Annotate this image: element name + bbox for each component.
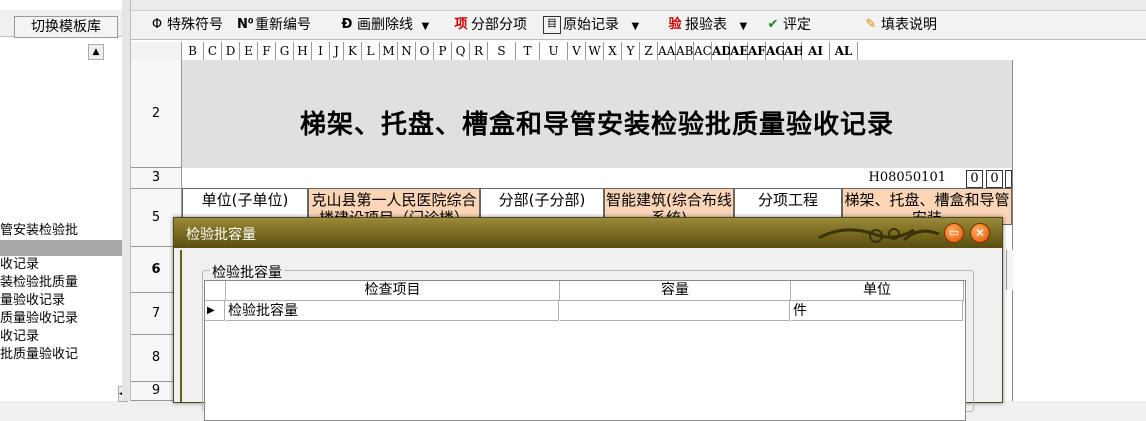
grid-corner	[205, 281, 226, 301]
column-header[interactable]: V	[568, 42, 586, 61]
switch-template-library-button[interactable]: 切换模板库	[14, 16, 118, 38]
group-label: 检验批容量	[210, 262, 284, 282]
column-header[interactable]: J	[330, 42, 344, 61]
column-header[interactable]: AE	[730, 42, 748, 61]
strikethrough-icon: Ð	[341, 17, 353, 32]
template-list-item[interactable]: 质量验收记录	[0, 310, 122, 328]
chevron-down-icon[interactable]: ▼	[631, 21, 639, 32]
row-header[interactable]: 2	[131, 60, 182, 168]
template-list-item[interactable]: 收记录	[0, 256, 122, 274]
column-header[interactable]: AC	[694, 42, 712, 61]
column-header[interactable]: T	[516, 42, 540, 61]
batch-capacity-dialog: 检验批容量 ▭ ✕ 检验批容量 检查项目 容量 单位 ▶ 检验批容量 件	[173, 217, 1003, 421]
column-header[interactable]: Y	[622, 42, 640, 61]
column-header[interactable]: N	[398, 42, 416, 61]
chevron-down-icon[interactable]: ▼	[421, 21, 429, 32]
column-header[interactable]: K	[344, 42, 362, 61]
column-header[interactable]: AB	[676, 42, 694, 61]
code-row: H08050101 0 0	[182, 168, 1012, 189]
column-header[interactable]: H	[294, 42, 312, 61]
special-char-icon: Φ	[151, 17, 163, 32]
sheet-corner[interactable]	[131, 42, 182, 61]
template-list-item[interactable]: 量验收记录	[0, 292, 122, 310]
template-list-item[interactable]: 管安装检验批	[0, 222, 122, 240]
column-header[interactable]: AL	[830, 42, 858, 61]
grid-header-capacity[interactable]: 容量	[560, 281, 791, 301]
column-header[interactable]: X	[604, 42, 622, 61]
document-code: H08050101	[868, 170, 946, 185]
column-header[interactable]: F	[258, 42, 276, 61]
grid-header-unit[interactable]: 单位	[791, 281, 964, 301]
grid-cell-unit[interactable]: 件	[791, 301, 963, 321]
row-header[interactable]: 3	[131, 168, 182, 189]
column-header[interactable]: G	[276, 42, 294, 61]
grid-cell-item[interactable]: 检验批容量	[226, 301, 559, 321]
template-list-item[interactable]	[0, 240, 122, 256]
template-list: 管安装检验批 收记录 装检验批质量 量验收记录 质量验收记录 收记录 批质量验收记	[0, 222, 122, 364]
template-tree-pane: 切换模板库 ▲ 管安装检验批 收记录 装检验批质量 量验收记录 质量验收记录 收记录 批质量…	[0, 0, 128, 402]
template-list-item[interactable]: 收记录	[0, 328, 122, 346]
toolbar-top-strip	[131, 0, 1146, 11]
template-list-item[interactable]: 批质量验收记	[0, 346, 122, 364]
column-header[interactable]: S	[488, 42, 516, 61]
code-box[interactable]	[1005, 170, 1012, 188]
column-header[interactable]: AH	[784, 42, 805, 61]
column-header-row: B C D E F G H I J K L M N O P Q R S T U V W X Y Z AA AB AC AD AE AF AG A…	[182, 42, 1062, 61]
close-icon[interactable]: ✕	[970, 223, 990, 243]
column-header[interactable]: P	[434, 42, 452, 61]
column-header[interactable]: M	[380, 42, 398, 61]
column-header[interactable]: AD	[712, 42, 732, 61]
number-icon: N⁰	[237, 17, 254, 32]
column-header[interactable]: I	[312, 42, 330, 61]
grid-header-item[interactable]: 检查项目	[226, 281, 560, 301]
column-header[interactable]: W	[586, 42, 604, 61]
column-header[interactable]: R	[470, 42, 488, 61]
pane-splitter[interactable]	[122, 0, 131, 401]
column-header[interactable]: E	[240, 42, 258, 61]
vertical-scrollbar[interactable]	[1006, 250, 1013, 290]
grid-cell-capacity[interactable]	[560, 301, 790, 321]
capacity-grid[interactable]: 检查项目 容量 单位 ▶ 检验批容量 件	[204, 280, 966, 421]
evaluate-button[interactable]: ✔ 评定	[765, 16, 811, 34]
cloud-ornament-icon	[818, 228, 940, 243]
checkmark-icon: ✔	[767, 17, 779, 32]
dialog-title: 检验批容量	[186, 227, 256, 243]
record-icon: 目	[543, 16, 561, 34]
row-pointer-icon: ▶	[205, 301, 225, 321]
title-band: 梯架、托盘、槽盒和导管安装检验批质量验收记录	[182, 60, 1012, 168]
column-header[interactable]: AI	[802, 42, 830, 61]
document-title: 梯架、托盘、槽盒和导管安装检验批质量验收记录	[299, 110, 894, 140]
column-header[interactable]: D	[222, 42, 240, 61]
original-record-button[interactable]: 目原始记录 ▼	[543, 16, 639, 34]
fill-instructions-button[interactable]: ✎ 填表说明	[863, 16, 937, 34]
template-list-item[interactable]: 装检验批质量	[0, 274, 122, 292]
code-box[interactable]: 0	[986, 170, 1003, 188]
renumber-button[interactable]: N⁰重新编号	[237, 16, 311, 34]
scroll-up-arrow-icon[interactable]: ▲	[88, 44, 104, 60]
special-char-button[interactable]: Φ 特殊符号	[149, 16, 223, 34]
column-header[interactable]: U	[540, 42, 568, 61]
column-header[interactable]: AF	[748, 42, 766, 61]
template-tree-header: 切换模板库	[0, 10, 122, 38]
column-header[interactable]: AA	[658, 42, 676, 61]
column-header[interactable]: O	[416, 42, 434, 61]
sub-items-button[interactable]: 项分部分项	[453, 16, 527, 34]
column-header[interactable]: C	[204, 42, 222, 61]
edit-note-icon: ✎	[865, 17, 877, 32]
item-icon: 项	[454, 17, 468, 32]
report-icon: 验	[668, 17, 682, 32]
dialog-title-bar[interactable]: 检验批容量 ▭ ✕	[174, 218, 1002, 248]
report-test-button[interactable]: 验报验表 ▼	[667, 16, 747, 34]
minimize-icon[interactable]: ▭	[944, 223, 964, 243]
column-header[interactable]: Q	[452, 42, 470, 61]
column-header[interactable]: AG	[766, 42, 786, 61]
code-box[interactable]: 0	[966, 170, 983, 188]
draw-delete-line-button[interactable]: Ð 画删除线 ▼	[339, 16, 430, 34]
column-header[interactable]: Z	[640, 42, 658, 61]
column-header[interactable]: B	[182, 42, 204, 61]
main-toolbar: Φ 特殊符号 N⁰重新编号 Ð 画删除线 ▼ 项分部分项 目原始记录 ▼ 验报验表 …	[131, 11, 1146, 40]
column-header[interactable]: L	[362, 42, 380, 61]
sheet-edge	[1012, 60, 1013, 401]
chevron-down-icon[interactable]: ▼	[739, 21, 747, 32]
